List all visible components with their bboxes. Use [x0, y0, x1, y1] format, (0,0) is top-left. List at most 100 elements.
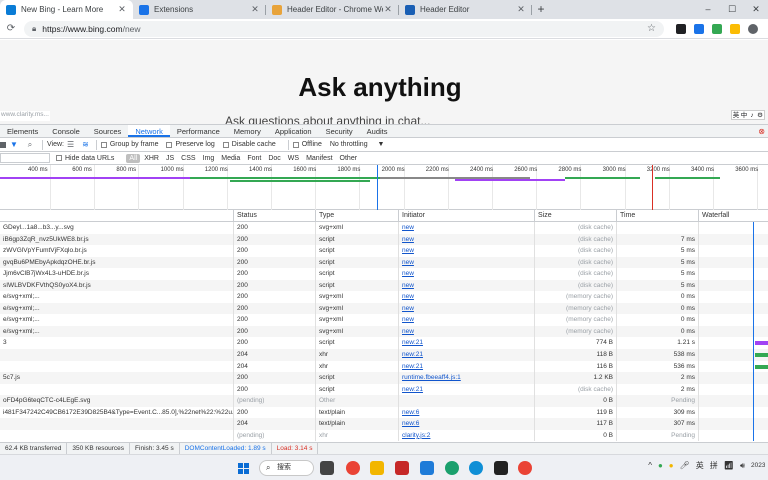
table-row[interactable]: e/svg+xml;... 200 svg+xml new (memory cache)…: [0, 314, 768, 326]
close-window-icon[interactable]: ✕: [744, 0, 768, 19]
col-status[interactable]: Status: [234, 210, 316, 221]
preserve-log-checkbox[interactable]: Preserve log: [166, 141, 215, 148]
tray-icon[interactable]: ●: [658, 461, 663, 470]
input-language[interactable]: 英: [696, 460, 704, 471]
filter-input[interactable]: [0, 153, 50, 163]
windows-start-icon[interactable]: [238, 463, 249, 474]
request-initiator[interactable]: new: [399, 245, 535, 257]
volume-icon[interactable]: 🔊︎: [740, 461, 745, 471]
type-filter-xhr[interactable]: XHR: [141, 154, 162, 163]
table-row[interactable]: iB6gp3ZqR_nvz5UkWE8.br.js 200 script new (di…: [0, 233, 768, 246]
table-row[interactable]: 200 script new:21 (disk cache) 2 ms: [0, 383, 768, 396]
devtools-tab-elements[interactable]: Elements: [0, 125, 45, 137]
table-row[interactable]: 3 200 script new:21 774 B 1.21 s: [0, 337, 768, 350]
close-tab-icon[interactable]: ✕: [250, 4, 260, 15]
ime-button[interactable]: ♪: [748, 111, 756, 119]
browser-tab[interactable]: Header Editor - Chrome Web ✕: [266, 0, 399, 19]
request-initiator[interactable]: clarity.js:2: [399, 429, 535, 442]
offline-checkbox[interactable]: Offline: [292, 141, 322, 148]
group-by-frame-checkbox[interactable]: Group by frame: [100, 141, 158, 148]
type-filter-other[interactable]: Other: [337, 154, 361, 163]
edge-icon[interactable]: [469, 461, 483, 475]
request-initiator[interactable]: new:21: [399, 337, 535, 350]
reload-icon[interactable]: ⟳: [4, 23, 18, 34]
table-row[interactable]: Jjm6vClB7jWx4L3-uHDE.br.js 200 script new (d…: [0, 268, 768, 280]
type-filter-font[interactable]: Font: [244, 154, 264, 163]
chevron-up-icon[interactable]: ^: [648, 461, 652, 470]
request-initiator[interactable]: new:6: [399, 406, 535, 419]
table-row[interactable]: (pending) xhr clarity.js:2 0 B Pending: [0, 429, 768, 442]
request-initiator[interactable]: new: [399, 314, 535, 326]
devtools-tab-sources[interactable]: Sources: [87, 125, 129, 137]
devtools-tab-audits[interactable]: Audits: [360, 125, 395, 137]
ime-button[interactable]: 中: [740, 111, 748, 119]
table-row[interactable]: 204 xhr new:21 118 B 538 ms: [0, 349, 768, 361]
devtools-tab-performance[interactable]: Performance: [170, 125, 227, 137]
devtools-tab-network[interactable]: Network: [128, 125, 170, 137]
table-row[interactable]: oFD4pG6teqCTC-c4LEgE.svg (pending) Other 0 …: [0, 395, 768, 407]
ime-button[interactable]: ⚙: [756, 111, 764, 119]
close-tab-icon[interactable]: ✕: [516, 4, 526, 15]
request-initiator[interactable]: new: [399, 302, 535, 315]
table-row[interactable]: 5c7.js 200 script runtime.fbeeaff4.js:1 1.2 …: [0, 372, 768, 384]
network-overview-timeline[interactable]: 400 ms 600 ms 800 ms 1000 ms 1200 ms 1400 ms 1…: [0, 165, 768, 210]
devtools-tab-memory[interactable]: Memory: [227, 125, 268, 137]
extension-icon[interactable]: [676, 23, 686, 34]
col-time[interactable]: Time: [617, 210, 699, 221]
request-initiator[interactable]: new:21: [399, 360, 535, 373]
type-filter-manifest[interactable]: Manifest: [303, 154, 335, 163]
browser-tab[interactable]: New Bing - Learn More ✕: [0, 0, 133, 19]
devtools-tab-security[interactable]: Security: [319, 125, 360, 137]
overview-icon[interactable]: ≋: [82, 140, 89, 149]
col-waterfall[interactable]: Waterfall: [699, 210, 768, 221]
disable-cache-checkbox[interactable]: Disable cache: [222, 141, 276, 148]
close-tab-icon[interactable]: ✕: [383, 4, 393, 15]
app-icon[interactable]: [395, 461, 409, 475]
table-row[interactable]: i481F347242C49CB6172E39D825B4&Type=Event…: [0, 406, 768, 419]
request-initiator[interactable]: new: [399, 233, 535, 246]
file-explorer-icon[interactable]: [370, 461, 384, 475]
table-row[interactable]: e/svg+xml;... 200 svg+xml new (memory cache)…: [0, 302, 768, 315]
request-initiator[interactable]: new:21: [399, 383, 535, 396]
table-row[interactable]: zWVGlVpYFumtVjFXqlo.br.js 200 script new (di…: [0, 245, 768, 257]
bookmark-star-icon[interactable]: ☆: [647, 23, 656, 34]
table-row[interactable]: e/svg+xml;... 200 svg+xml new (memory cache)…: [0, 291, 768, 303]
table-row[interactable]: 204 xhr new:21 116 B 536 ms: [0, 360, 768, 373]
table-row[interactable]: gvqBu6PMEbyApkdqzOHE.br.js 200 script new (d…: [0, 256, 768, 269]
task-view-icon[interactable]: [320, 461, 334, 475]
browser-tab[interactable]: Extensions ✕: [133, 0, 266, 19]
type-filter-img[interactable]: Img: [200, 154, 218, 163]
request-initiator[interactable]: new: [399, 222, 535, 234]
col-name[interactable]: [0, 210, 234, 221]
chrome-icon[interactable]: [518, 461, 532, 475]
request-initiator[interactable]: new:21: [399, 349, 535, 361]
col-size[interactable]: Size: [535, 210, 617, 221]
table-row[interactable]: 204 text/plain new:6 117 B 307 ms: [0, 418, 768, 430]
close-tab-icon[interactable]: ✕: [117, 4, 127, 15]
lock-icon[interactable]: 🔒︎: [32, 24, 36, 34]
minimize-icon[interactable]: –: [696, 0, 720, 19]
chrome-icon[interactable]: [346, 461, 360, 475]
ime-button[interactable]: 英: [732, 111, 740, 119]
type-filter-ws[interactable]: WS: [285, 154, 302, 163]
ime-toolbar[interactable]: 英中 ♪ ⚙: [731, 110, 765, 120]
extension-icon[interactable]: [694, 23, 704, 34]
search-icon[interactable]: ⌕: [25, 140, 35, 150]
table-row[interactable]: GDeyl...1a8...b3...y...svg 200 svg+xml new(…: [0, 222, 768, 234]
profile-icon[interactable]: [748, 23, 758, 34]
app-icon[interactable]: [445, 461, 459, 475]
filter-icon[interactable]: ▼: [9, 140, 19, 149]
request-initiator[interactable]: new: [399, 279, 535, 292]
extension-icon[interactable]: [712, 23, 722, 34]
record-icon[interactable]: [0, 141, 6, 148]
large-rows-icon[interactable]: ☰: [67, 140, 74, 149]
table-row[interactable]: e/svg+xml;... 200 svg+xml new (memory cache)…: [0, 325, 768, 338]
table-row[interactable]: sIWLBVDKFVthQS0yoX4.br.js 200 script new (di…: [0, 279, 768, 292]
taskbar-search[interactable]: ⌕ 搜索: [259, 460, 314, 476]
maximize-icon[interactable]: ☐: [720, 0, 744, 19]
ime-mode[interactable]: 拼: [710, 460, 718, 471]
col-type[interactable]: Type: [316, 210, 399, 221]
throttling-select[interactable]: No throttling ▼: [330, 141, 385, 148]
col-initiator[interactable]: Initiator: [399, 210, 535, 221]
error-icon[interactable]: ⊗: [758, 125, 765, 137]
